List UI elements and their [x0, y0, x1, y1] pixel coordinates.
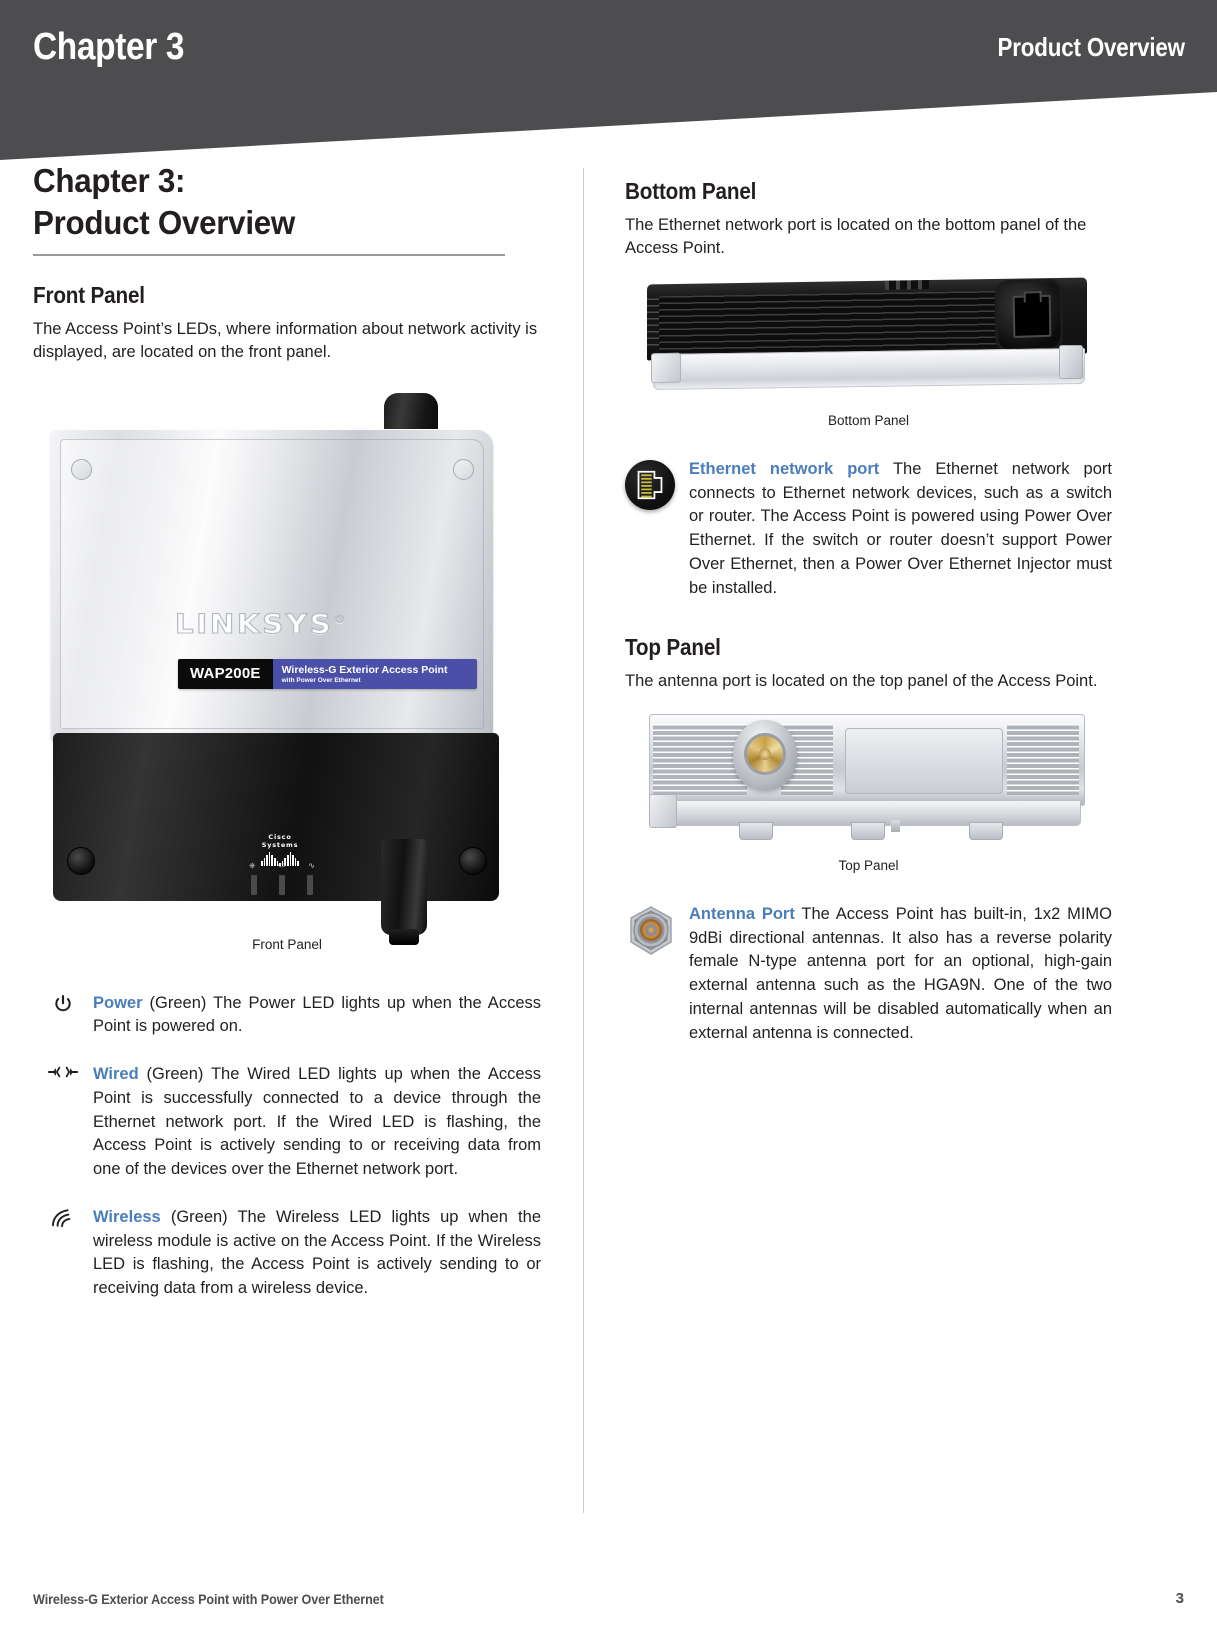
title-underline-rule — [33, 253, 505, 256]
left-column: Chapter 3: Product Overview Front Panel … — [33, 160, 541, 1301]
port-label-ethernet: Ethernet network port — [689, 459, 880, 478]
power-icon — [55, 994, 71, 1011]
led-description-power: Power (Green) The Power LED lights up wh… — [93, 992, 541, 1040]
footer-product-name: Wireless-G Exterior Access Point with Po… — [33, 1591, 384, 1607]
bottom-panel-image-caption: Bottom Panel — [827, 412, 910, 428]
port-text-ethernet: The Ethernet network port connects to Et… — [689, 459, 1112, 597]
device-product-line-badge: Wireless-G Exterior Access Point with Po… — [272, 658, 477, 689]
section-heading-front-panel: Front Panel — [33, 281, 145, 308]
housing-screw-right — [453, 458, 474, 480]
device-model-number: WAP200E — [178, 658, 273, 689]
port-description-ethernet: Ethernet network port The Ethernet netwo… — [689, 458, 1112, 601]
housing-screw-left — [71, 458, 92, 480]
top-panel-silver-housing — [649, 713, 1085, 806]
led-icon-wired: <> — [277, 860, 287, 870]
section-heading-top-panel: Top Panel — [625, 634, 721, 661]
front-panel-image-caption: Front Panel — [252, 936, 322, 952]
port-item-ethernet: Ethernet network port The Ethernet netwo… — [625, 458, 1112, 601]
led-icon-gutter-wired — [33, 1063, 93, 1079]
led-description-wired: Wired (Green) The Wired LED lights up wh… — [93, 1063, 541, 1182]
led-label-wireless: Wireless — [93, 1207, 161, 1226]
rj45-ethernet-icon — [625, 459, 675, 510]
page-header-banner — [0, 0, 1217, 160]
device-model-badge: WAP200E Wireless-G Exterior Access Point… — [178, 658, 477, 689]
top-panel-stud-3 — [969, 821, 1003, 840]
top-panel-flat-plate — [845, 727, 1003, 794]
ethernet-port-housing — [994, 278, 1064, 353]
right-column: Bottom Panel The Ethernet network port i… — [625, 160, 1112, 1045]
led-icon-gutter-power — [33, 992, 93, 1014]
mounting-foot-left — [67, 846, 95, 875]
cisco-systems-wordmark: Cisco Systems — [261, 832, 299, 849]
led-description-wireless: Wireless (Green) The Wireless LED lights… — [93, 1206, 541, 1301]
device-lower-housing: Cisco Systems ⎈ <> ∿ — [53, 732, 499, 901]
top-panel-fins-right — [1007, 723, 1079, 796]
port-icon-gutter-antenna — [625, 903, 689, 957]
top-panel-product-image — [639, 710, 1094, 846]
front-panel-product-image: LINKSYS® WAP200E Wireless-G Exterior Acc… — [51, 387, 511, 945]
linksys-brand-logo: LINKSYS® — [174, 608, 391, 640]
led-icon-gutter-wireless — [33, 1206, 93, 1228]
front-panel-led-windows — [251, 874, 313, 895]
front-panel-led-icons: ⎈ <> ∿ — [249, 861, 315, 871]
cable-gland-boot — [381, 838, 427, 945]
n-type-connector-ring — [744, 732, 786, 775]
device-product-line-subtitle: with Power Over Ethernet — [281, 677, 361, 685]
section-heading-bottom-panel: Bottom Panel — [625, 178, 757, 204]
led-item-wireless: Wireless (Green) The Wireless LED lights… — [33, 1206, 541, 1301]
page-title-line-2: Product Overview — [33, 203, 296, 241]
top-panel-image-caption: Top Panel — [838, 857, 899, 873]
bottom-panel-vent-notches — [885, 279, 929, 290]
column-divider — [583, 168, 584, 1513]
port-text-antenna: The Access Point has built-in, 1x2 MIMO … — [689, 904, 1112, 1042]
bottom-panel-black-housing — [647, 277, 1087, 361]
led-label-wired: Wired — [93, 1065, 139, 1084]
page-body: Chapter 3: Product Overview Front Panel … — [0, 160, 1217, 1520]
footer-page-number: 3 — [1175, 1590, 1184, 1607]
wireless-icon — [52, 1209, 71, 1228]
registered-trademark-mark: ® — [333, 612, 346, 626]
top-panel-mount-clip — [649, 793, 677, 828]
top-panel-stud-1 — [739, 821, 773, 840]
led-label-power: Power — [93, 993, 143, 1012]
led-text-wireless: (Green) The Wireless LED lights up when … — [93, 1207, 541, 1298]
bottom-panel-mount-clip-left — [651, 352, 681, 384]
led-icon-wireless: ∿ — [308, 860, 315, 870]
n-type-antenna-connector-icon — [630, 905, 672, 955]
mounting-foot-right — [459, 846, 487, 875]
linksys-wordmark: LINKSYS — [174, 608, 334, 640]
bottom-panel-intro-text: The Ethernet network port is located on … — [625, 216, 1087, 258]
led-item-power: Power (Green) The Power LED lights up wh… — [33, 992, 541, 1040]
wired-icon — [48, 1066, 78, 1078]
header-topic-label: Product Overview — [997, 32, 1186, 62]
port-icon-gutter-ethernet — [625, 458, 689, 510]
page-title-line-1: Chapter 3: — [33, 162, 186, 199]
front-panel-intro-text: The Access Point’s LEDs, where informati… — [33, 319, 538, 362]
header-chapter-label: Chapter 3 — [33, 26, 185, 68]
led-text-wired: (Green) The Wired LED lights up when the… — [93, 1065, 541, 1179]
rj45-jack-glyph — [637, 470, 663, 499]
top-panel-intro-text: The antenna port is located on the top p… — [625, 672, 1098, 691]
top-panel-stud-2 — [851, 821, 885, 840]
top-panel-small-tab — [891, 819, 900, 832]
led-item-wired: Wired (Green) The Wired LED lights up wh… — [33, 1063, 541, 1182]
led-text-power: (Green) The Power LED lights up when the… — [93, 993, 541, 1036]
rj45-jack-opening — [1012, 294, 1052, 338]
bottom-panel-mount-clip-right — [1059, 344, 1083, 379]
port-label-antenna: Antenna Port — [689, 904, 795, 923]
n-type-antenna-connector — [733, 719, 797, 790]
led-icon-power: ⎈ — [249, 860, 256, 870]
port-description-antenna: Antenna Port The Access Point has built-… — [689, 903, 1112, 1046]
device-product-line-name: Wireless-G Exterior Access Point — [281, 664, 448, 677]
device-upper-housing — [51, 428, 493, 741]
bottom-panel-product-image — [639, 277, 1094, 401]
bottom-panel-silver-base — [653, 347, 1085, 390]
page-title: Chapter 3: Product Overview — [33, 160, 516, 244]
page-footer: Wireless-G Exterior Access Point with Po… — [0, 1555, 1217, 1651]
port-item-antenna: Antenna Port The Access Point has built-… — [625, 903, 1112, 1046]
